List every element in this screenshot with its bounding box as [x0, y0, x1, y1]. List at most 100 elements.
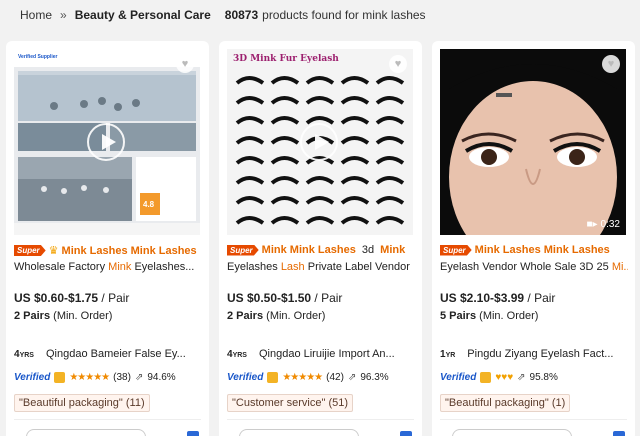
title-text: Wholesale Factory: [14, 261, 109, 273]
supplier-row[interactable]: 4YRS Qingdao Bameier False Ey...: [14, 348, 204, 360]
response-arrow-icon: ⇗: [347, 372, 357, 383]
supplier-name-link[interactable]: Pingdu Ziyang Eyelash Fact...: [467, 348, 613, 360]
rating-row: Verified ♥♥♥ ⇗ 95.8%: [440, 372, 558, 383]
medal-icon: [480, 372, 492, 383]
divider: [440, 419, 627, 420]
title-keyword: Mink Lashes Mink Lashes: [61, 244, 197, 257]
supplier-years: 4YRS: [227, 348, 247, 360]
favorite-heart-icon[interactable]: ♥: [602, 55, 620, 73]
video-duration: 0:32: [600, 219, 620, 230]
crown-icon: ♛: [48, 245, 59, 257]
chat-button[interactable]: [26, 429, 146, 436]
medal-icon: [54, 372, 66, 383]
price-unit: / Pair: [101, 291, 130, 305]
breadcrumb-home-link[interactable]: Home: [20, 8, 52, 22]
stars-icon: ★★★★★: [282, 372, 323, 383]
price-unit: / Pair: [314, 291, 343, 305]
response-arrow-icon: ⇗: [134, 372, 144, 383]
product-title-line2[interactable]: Eyelashes Lash Private Label Vendor: [227, 261, 415, 273]
breadcrumb-category-link[interactable]: Beauty & Personal Care: [75, 8, 211, 22]
price-value: US $0.50-$1.50: [227, 291, 312, 305]
review-tag[interactable]: "Beautiful packaging" (1): [440, 394, 571, 412]
title-keyword: Mi...: [611, 261, 628, 273]
product-thumbnail[interactable]: Verified Supplier 4.8 ♥: [14, 49, 200, 235]
product-thumbnail[interactable]: ♥ ■▸ 0:32: [440, 49, 626, 235]
review-tag[interactable]: "Beautiful packaging" (11): [14, 394, 150, 412]
response-arrow-icon: ⇗: [517, 372, 526, 383]
title-keyword: Mink Mink Lashes: [261, 244, 356, 256]
breadcrumb: Home » Beauty & Personal Care 80873 prod…: [20, 8, 426, 22]
moq-qty: 5 Pairs: [440, 310, 477, 322]
title-keyword: Mink: [380, 244, 406, 256]
verified-badge[interactable]: Verified: [14, 372, 50, 383]
min-order: 2 Pairs (Min. Order): [227, 310, 325, 322]
favorite-heart-icon[interactable]: ♥: [176, 55, 194, 73]
chat-button[interactable]: [452, 429, 572, 436]
result-count: 80873: [224, 8, 259, 22]
moq-qty: 2 Pairs: [14, 310, 51, 322]
supplier-row[interactable]: 1YR Pingdu Ziyang Eyelash Fact...: [440, 348, 630, 360]
message-icon[interactable]: [613, 431, 625, 436]
medal-icon: [267, 372, 279, 383]
moq-qty: 2 Pairs: [227, 310, 264, 322]
min-order: 2 Pairs (Min. Order): [14, 310, 112, 322]
title-text: Eyelashes: [227, 261, 281, 273]
breadcrumb-separator: »: [60, 8, 67, 22]
model-photo-image: [440, 49, 626, 235]
product-title-line1[interactable]: Super Mink Lashes Mink Lashes: [440, 244, 610, 256]
verified-badge[interactable]: Verified: [440, 372, 476, 383]
favorite-heart-icon[interactable]: ♥: [389, 55, 407, 73]
review-count: (42): [326, 372, 344, 383]
min-order: 5 Pairs (Min. Order): [440, 310, 538, 322]
review-tag[interactable]: "Customer service" (51): [227, 394, 354, 412]
verified-badge[interactable]: Verified: [227, 372, 263, 383]
super-badge: Super: [227, 244, 259, 256]
response-rate: 96.3%: [360, 372, 389, 383]
product-title-line2[interactable]: Wholesale Factory Mink Eyelashes...: [14, 261, 202, 273]
supplier-name-link[interactable]: Qingdao Liruijie Import An...: [259, 348, 395, 360]
response-rate: 95.8%: [529, 372, 558, 383]
title-keyword: Lash: [280, 261, 305, 273]
review-count: (38): [113, 372, 131, 383]
product-price: US $0.60-$1.75 / Pair: [14, 291, 129, 305]
title-text: 3d: [358, 244, 378, 256]
moq-label: (Min. Order): [479, 310, 539, 322]
supplier-name-link[interactable]: Qingdao Bameier False Ey...: [46, 348, 186, 360]
stars-icon: ★★★★★: [69, 372, 110, 383]
thumb-score: 4.8: [143, 200, 155, 209]
divider: [227, 419, 414, 420]
product-card[interactable]: Verified Supplier 4.8 ♥ Super ♛ Mink Las…: [6, 41, 209, 436]
product-title-line1[interactable]: Super Mink Mink Lashes 3d Mink: [227, 244, 405, 256]
supplier-years: 4YRS: [14, 348, 34, 360]
product-price: US $0.50-$1.50 / Pair: [227, 291, 342, 305]
video-play-icon[interactable]: [87, 123, 125, 161]
product-title-line2[interactable]: Eyelash Vendor Whole Sale 3D 25 Mi...: [440, 261, 628, 273]
rating-row: Verified ★★★★★ (38) ⇗ 94.6%: [14, 372, 176, 383]
price-value: US $2.10-$3.99: [440, 291, 525, 305]
moq-label: (Min. Order): [266, 310, 326, 322]
product-card[interactable]: 3D Mink Fur Eyelash ♥ Super Mink Mink La…: [219, 41, 422, 436]
title-keyword: Mink: [108, 261, 132, 273]
video-camera-icon: ■▸: [586, 219, 598, 230]
thumb-verified-caption: Verified Supplier: [18, 54, 58, 60]
rating-row: Verified ★★★★★ (42) ⇗ 96.3%: [227, 372, 389, 383]
result-found-text: products found for mink lashes: [262, 8, 426, 22]
video-duration-badge[interactable]: ■▸ 0:32: [586, 219, 620, 230]
video-play-icon[interactable]: [300, 123, 338, 161]
thumb-caption: 3D Mink Fur Eyelash: [233, 54, 339, 64]
product-title-line1[interactable]: Super ♛ Mink Lashes Mink Lashes: [14, 244, 197, 257]
product-thumbnail[interactable]: 3D Mink Fur Eyelash ♥: [227, 49, 413, 235]
product-card[interactable]: ♥ ■▸ 0:32 Super Mink Lashes Mink Lashes …: [432, 41, 635, 436]
supplier-row[interactable]: 4YRS Qingdao Liruijie Import An...: [227, 348, 417, 360]
response-rate: 94.6%: [147, 372, 176, 383]
title-text: Private Label Vendor: [304, 261, 410, 273]
price-value: US $0.60-$1.75: [14, 291, 99, 305]
message-icon[interactable]: [187, 431, 199, 436]
title-text: Eyelash Vendor Whole Sale 3D 25: [440, 261, 612, 273]
price-unit: / Pair: [527, 291, 556, 305]
product-price: US $2.10-$3.99 / Pair: [440, 291, 555, 305]
message-icon[interactable]: [400, 431, 412, 436]
chat-button[interactable]: [239, 429, 359, 436]
moq-label: (Min. Order): [53, 310, 113, 322]
supplier-years: 1YR: [440, 348, 456, 360]
